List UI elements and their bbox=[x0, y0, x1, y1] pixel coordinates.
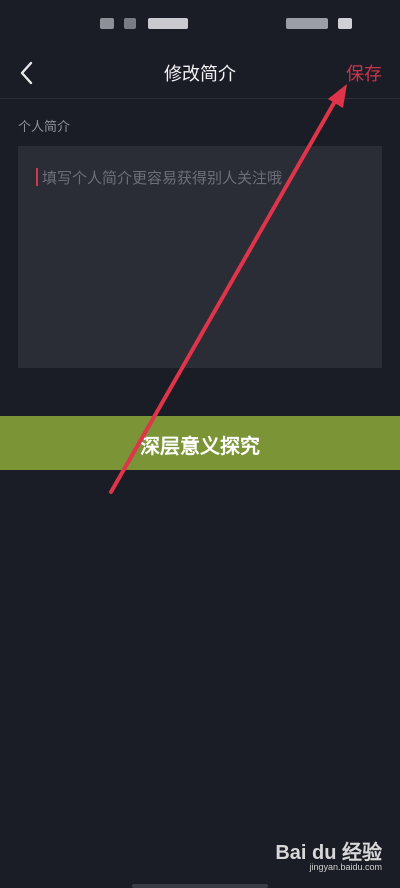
page-title: 修改简介 bbox=[164, 64, 236, 85]
status-icon-blurred bbox=[100, 18, 114, 29]
banner-text: 深层意义探究 bbox=[140, 434, 260, 458]
baidu-jingyan-watermark: Bai du 经验 jingyan.baidu.com bbox=[272, 834, 382, 878]
bio-placeholder: 填写个人简介更容易获得别人关注哦 bbox=[42, 169, 283, 187]
bio-section-label: 个人简介 bbox=[18, 120, 71, 135]
bio-textarea[interactable]: 填写个人简介更容易获得别人关注哦 bbox=[18, 146, 382, 368]
status-icon-blurred bbox=[124, 18, 136, 29]
text-caret bbox=[36, 168, 38, 186]
status-icon-blurred bbox=[286, 18, 328, 29]
home-indicator bbox=[132, 884, 268, 888]
status-icon-blurred bbox=[338, 18, 352, 29]
status-bar bbox=[0, 0, 400, 48]
overlay-banner: 深层意义探究 bbox=[0, 416, 400, 470]
watermark-logo-text: Bai du 经验 bbox=[275, 842, 382, 864]
watermark-url: jingyan.baidu.com bbox=[309, 862, 382, 872]
nav-header: 修改简介 保存 bbox=[0, 48, 400, 99]
save-button[interactable]: 保存 bbox=[346, 60, 382, 86]
status-icon-blurred bbox=[148, 18, 188, 29]
